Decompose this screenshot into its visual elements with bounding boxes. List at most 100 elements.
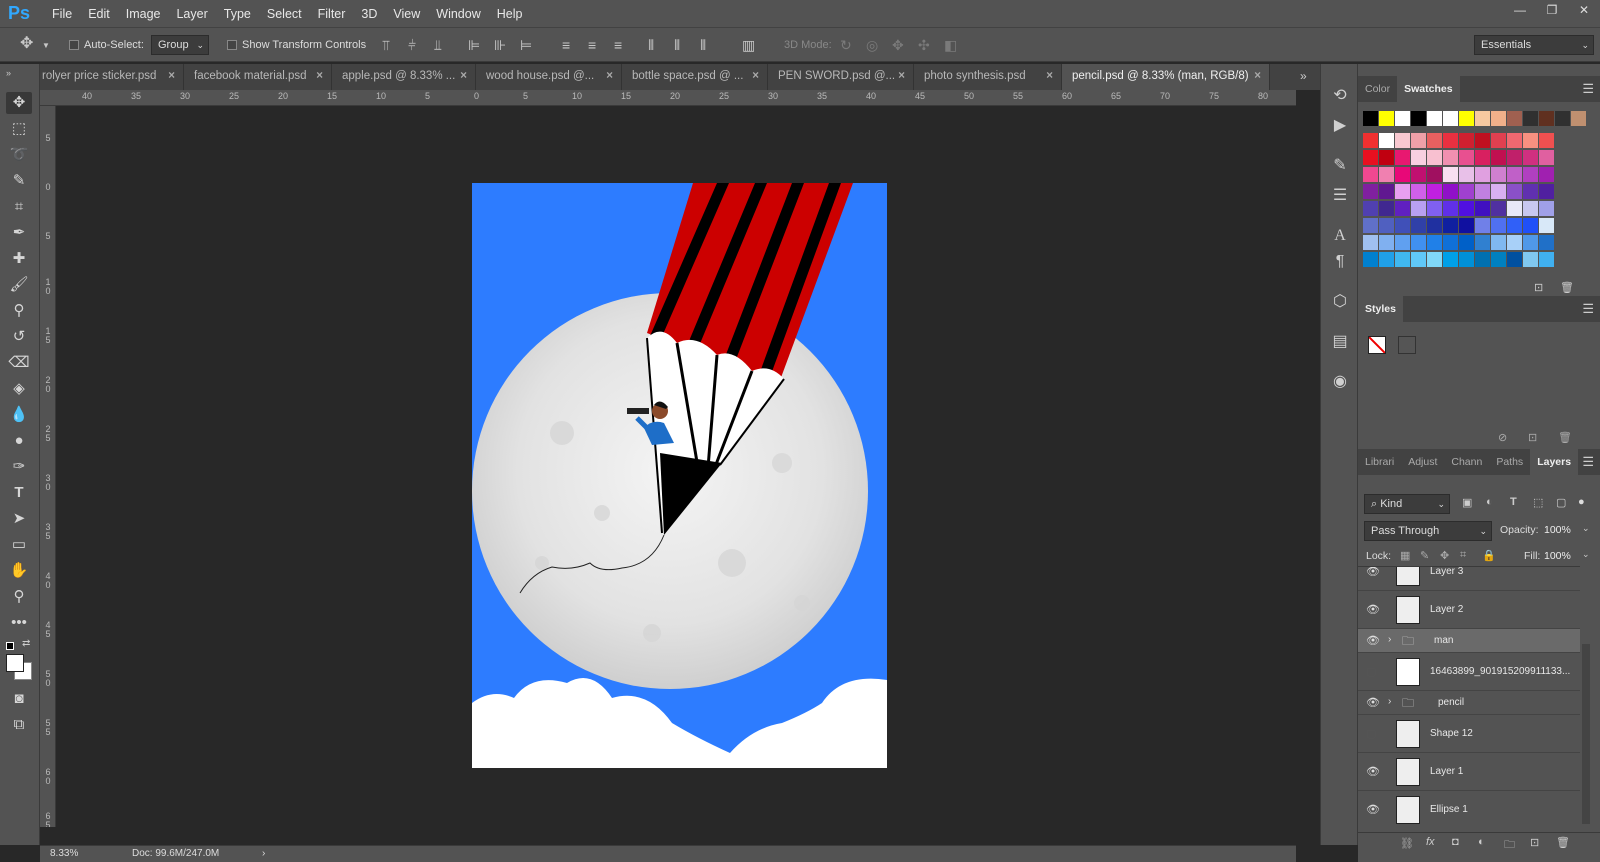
layer-row[interactable]: ▢ Shape 12: [1358, 715, 1580, 753]
eraser-tool-icon[interactable]: ⌫: [6, 352, 32, 374]
lock-pixels-icon[interactable]: ✎: [1420, 549, 1429, 562]
delete-style-icon[interactable]: 🗑: [1558, 431, 1572, 444]
swatch[interactable]: [1379, 235, 1394, 250]
close-tab-icon[interactable]: ×: [460, 64, 467, 89]
pen-tool-icon[interactable]: ✑: [6, 456, 32, 478]
visibility-off-icon[interactable]: ▢: [1366, 665, 1376, 678]
menu-type[interactable]: Type: [216, 7, 259, 21]
swap-colors-icon[interactable]: ⇄: [22, 638, 30, 649]
workspace-dropdown[interactable]: Essentials ⌄: [1474, 35, 1594, 55]
close-tab-icon[interactable]: ×: [898, 64, 905, 89]
layer-filter-kind-dropdown[interactable]: ⌕ Kind ⌄: [1364, 494, 1450, 514]
move-tool-icon[interactable]: ✥: [6, 92, 32, 114]
swatch[interactable]: [1395, 218, 1410, 233]
swatch[interactable]: [1475, 218, 1490, 233]
layer-row[interactable]: 👁 Layer 1: [1358, 753, 1580, 791]
style-default-swatch[interactable]: [1398, 336, 1416, 354]
align-hcenter-icon[interactable]: ⊪: [494, 38, 506, 52]
swatch[interactable]: [1475, 133, 1490, 148]
swatch[interactable]: [1427, 201, 1442, 216]
layer-row[interactable]: 👁 Ellipse 1: [1358, 791, 1580, 828]
distribute-right-icon[interactable]: ⦀: [700, 38, 706, 52]
tool-preset-chevron-icon[interactable]: ▼: [42, 39, 50, 53]
brush-presets-icon[interactable]: ✎: [1330, 156, 1350, 176]
swatch[interactable]: [1443, 218, 1458, 233]
swatch[interactable]: [1395, 167, 1410, 182]
swatch[interactable]: [1539, 184, 1554, 199]
ruler-horizontal[interactable]: 40 35 30 25 20 15 10 5 0 5 10 15 20 25 3…: [40, 90, 1296, 106]
swatch[interactable]: [1507, 133, 1522, 148]
menu-help[interactable]: Help: [489, 7, 531, 21]
swatch[interactable]: [1427, 150, 1442, 165]
tab-layers[interactable]: Layers: [1530, 449, 1579, 475]
distribute-vcenter-icon[interactable]: ≡: [588, 38, 596, 52]
swatch[interactable]: [1475, 167, 1490, 182]
swatch[interactable]: [1363, 167, 1378, 182]
swatch[interactable]: [1411, 201, 1426, 216]
tab-wood-house[interactable]: wood house.psd @... ×: [476, 64, 622, 90]
swatch[interactable]: [1475, 111, 1490, 126]
auto-select-dropdown[interactable]: Group ⌄: [151, 35, 209, 55]
tab-bottle-space[interactable]: bottle space.psd @ ... ×: [622, 64, 768, 90]
healing-brush-tool-icon[interactable]: ✚: [6, 248, 32, 270]
menu-file[interactable]: File: [44, 7, 80, 21]
panel-menu-icon[interactable]: ☰: [1582, 81, 1594, 97]
tab-channels[interactable]: Chann: [1444, 449, 1489, 475]
distribute-hcenter-icon[interactable]: ⦀: [674, 38, 680, 52]
quick-mask-icon[interactable]: ◙: [6, 688, 32, 710]
swatch[interactable]: [1475, 252, 1490, 267]
ruler-vertical[interactable]: 5 0 5 1 0 1 5 2 0 2 5 3 0 3 5 4 0 4 5 5 …: [40, 106, 56, 827]
swatch[interactable]: [1555, 111, 1570, 126]
menu-filter[interactable]: Filter: [310, 7, 354, 21]
menu-layer[interactable]: Layer: [168, 7, 215, 21]
swatch[interactable]: [1427, 167, 1442, 182]
swatch[interactable]: [1539, 201, 1554, 216]
swatch[interactable]: [1523, 111, 1538, 126]
close-tab-icon[interactable]: ×: [606, 64, 613, 89]
tab-swatches[interactable]: Swatches: [1397, 76, 1460, 102]
filter-shape-icon[interactable]: ⬚: [1533, 496, 1543, 509]
swatch[interactable]: [1459, 184, 1474, 199]
swatch[interactable]: [1443, 133, 1458, 148]
swatch[interactable]: [1443, 167, 1458, 182]
close-tab-icon[interactable]: ×: [316, 64, 323, 89]
swatch[interactable]: [1539, 235, 1554, 250]
visibility-eye-icon[interactable]: 👁: [1366, 567, 1380, 578]
visibility-eye-icon[interactable]: 👁: [1366, 634, 1380, 647]
visibility-eye-icon[interactable]: 👁: [1366, 696, 1380, 709]
swatch[interactable]: [1523, 252, 1538, 267]
link-layers-icon[interactable]: ⛓: [1400, 837, 1414, 850]
layers-scrollbar[interactable]: [1582, 644, 1590, 824]
tab-pen-sword[interactable]: PEN SWORD.psd @... ×: [768, 64, 914, 90]
swatch[interactable]: [1395, 201, 1410, 216]
fx-icon[interactable]: fx: [1426, 836, 1435, 848]
delete-layer-icon[interactable]: 🗑: [1556, 836, 1570, 849]
tab-photo-synthesis[interactable]: photo synthesis.psd ×: [914, 64, 1062, 90]
swatch[interactable]: [1363, 218, 1378, 233]
marquee-tool-icon[interactable]: ⬚: [6, 118, 32, 140]
swatch[interactable]: [1491, 252, 1506, 267]
menu-image[interactable]: Image: [118, 7, 169, 21]
menu-edit[interactable]: Edit: [80, 7, 118, 21]
style-none-swatch[interactable]: [1368, 336, 1386, 354]
align-top-icon[interactable]: ⫪: [382, 38, 390, 52]
swatch[interactable]: [1523, 133, 1538, 148]
filter-smart-object-icon[interactable]: ▢: [1556, 496, 1566, 509]
swatch[interactable]: [1395, 133, 1410, 148]
swatch[interactable]: [1475, 150, 1490, 165]
swatch[interactable]: [1539, 218, 1554, 233]
layer-row[interactable]: ▢ 16463899_901915209911133...: [1358, 653, 1580, 691]
dodge-tool-icon[interactable]: ●: [6, 430, 32, 452]
swatch[interactable]: [1539, 133, 1554, 148]
swatch[interactable]: [1507, 201, 1522, 216]
swatch[interactable]: [1379, 252, 1394, 267]
document-canvas[interactable]: [472, 183, 887, 768]
add-mask-icon[interactable]: ◘: [1452, 836, 1459, 848]
expand-group-icon[interactable]: ›: [1388, 696, 1391, 707]
swatch[interactable]: [1363, 111, 1378, 126]
eyedropper-tool-icon[interactable]: ✒: [6, 222, 32, 244]
layer-row[interactable]: 👁 Layer 3: [1358, 567, 1580, 591]
zoom-level[interactable]: 8.33%: [50, 848, 78, 859]
actions-play-icon[interactable]: ▶: [1330, 116, 1350, 136]
lock-all-icon[interactable]: 🔒: [1482, 549, 1496, 562]
